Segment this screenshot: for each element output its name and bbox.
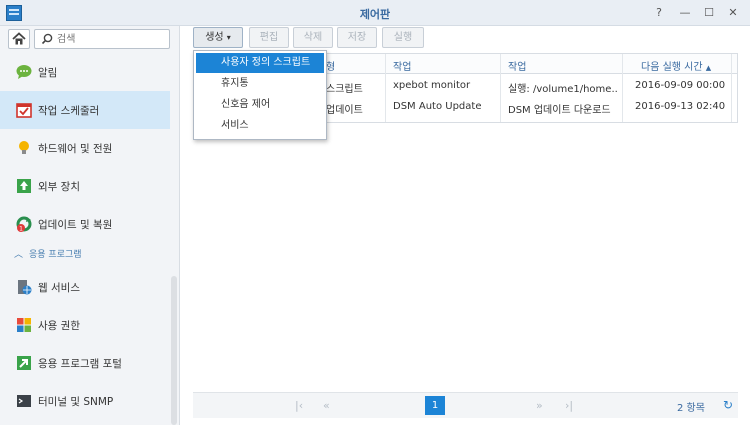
chat-bubble-icon	[16, 65, 32, 79]
sidebar-item-notification[interactable]: 알림	[0, 53, 170, 91]
first-page-button[interactable]: |‹	[295, 399, 303, 412]
current-page-button[interactable]: 1	[425, 396, 445, 415]
calendar-check-icon	[16, 103, 32, 118]
close-button[interactable]: ✕	[724, 4, 742, 22]
sidebar-item-web-service[interactable]: 웹 서비스	[0, 268, 170, 306]
sidebar-item-label: 응용 프로그램 포털	[38, 358, 122, 370]
sidebar-scrollbar[interactable]	[171, 276, 177, 425]
menu-item-custom-script[interactable]: 사용자 정의 스크립트	[196, 53, 324, 73]
cell-type: 스크립트	[326, 84, 363, 95]
pagination-bar: |‹ « 1 » ›| 2 항목 ↻	[193, 392, 738, 418]
sidebar-item-label: 터미널 및 SNMP	[38, 396, 114, 408]
sidebar-item-update-restore[interactable]: 1 업데이트 및 복원	[0, 205, 170, 243]
last-page-button[interactable]: ›|	[565, 399, 573, 412]
section-applications[interactable]: ︿ 응용 프로그램	[14, 247, 82, 260]
section-header-label: 응용 프로그램	[29, 250, 82, 260]
help-button[interactable]: ?	[650, 4, 668, 22]
window-title: 제어판	[359, 8, 391, 21]
column-header-type[interactable]: 형	[326, 58, 335, 73]
chevron-down-icon: ▾	[226, 33, 231, 42]
cell-task: DSM Auto Update	[393, 101, 482, 112]
item-count: 2 항목	[677, 403, 705, 414]
cell-next-run: 2016-09-09 00:00	[635, 80, 726, 91]
column-divider	[385, 54, 386, 122]
sidebar-item-terminal-snmp[interactable]: 터미널 및 SNMP	[0, 382, 170, 420]
sort-asc-icon: ▲	[705, 64, 712, 72]
search-input[interactable]	[57, 32, 165, 46]
web-service-icon	[18, 280, 32, 295]
sidebar: 알림 작업 스케줄러 하드웨어 및 전원 외부 장치 1 업데이트 및 복원	[0, 26, 180, 425]
usb-upload-icon	[17, 179, 31, 193]
column-header-next-run[interactable]: 다음 실행 시간 ▲	[641, 58, 711, 73]
sidebar-item-task-scheduler[interactable]: 작업 스케줄러	[0, 91, 170, 129]
sidebar-item-label: 외부 장치	[38, 181, 80, 193]
edit-button[interactable]: 편집	[249, 27, 289, 48]
terminal-icon	[17, 395, 31, 407]
home-icon	[12, 32, 26, 45]
column-divider	[500, 54, 501, 122]
next-page-button[interactable]: »	[536, 399, 543, 412]
sidebar-item-label: 사용 권한	[38, 320, 80, 332]
refresh-icon[interactable]: ↻	[721, 398, 735, 412]
sidebar-item-external-devices[interactable]: 외부 장치	[0, 167, 170, 205]
menu-item-recycle-bin[interactable]: 휴지통	[196, 74, 324, 94]
permission-icon	[17, 318, 31, 332]
sidebar-item-app-portal[interactable]: 응용 프로그램 포털	[0, 344, 170, 382]
create-button[interactable]: 생성 ▾	[193, 27, 243, 48]
cell-next-run: 2016-09-13 02:40	[635, 101, 726, 112]
cell-action: 실행: /volume1/home...	[508, 84, 618, 95]
sidebar-item-label: 업데이트 및 복원	[38, 219, 113, 231]
sidebar-item-label: 하드웨어 및 전원	[38, 143, 113, 155]
column-header-action[interactable]: 작업	[508, 58, 526, 73]
minimize-button[interactable]: —	[676, 4, 694, 22]
create-dropdown-menu: 사용자 정의 스크립트 휴지통 신호음 제어 서비스	[193, 50, 327, 140]
portal-icon	[17, 356, 31, 370]
chevron-up-icon: ︿	[14, 250, 24, 260]
sidebar-item-label: 웹 서비스	[38, 282, 80, 294]
sidebar-item-label: 작업 스케줄러	[38, 105, 100, 117]
delete-button[interactable]: 삭제	[293, 27, 333, 48]
column-header-task[interactable]: 작업	[393, 58, 411, 73]
sidebar-item-permissions[interactable]: 사용 권한	[0, 306, 170, 344]
column-divider	[731, 54, 732, 122]
home-button[interactable]	[8, 29, 30, 49]
search-box[interactable]	[34, 29, 170, 49]
save-button[interactable]: 저장	[337, 27, 377, 48]
column-divider	[622, 54, 623, 122]
cell-task: xpebot monitor	[393, 80, 471, 91]
update-icon: 1	[16, 216, 32, 232]
previous-page-button[interactable]: «	[323, 399, 330, 412]
menu-item-beep-control[interactable]: 신호음 제어	[196, 95, 324, 115]
sidebar-item-hardware-power[interactable]: 하드웨어 및 전원	[0, 129, 170, 167]
next-run-label: 다음 실행 시간	[641, 62, 703, 73]
cell-type: 업데이트	[326, 105, 363, 116]
cell-action: DSM 업데이트 다운로드	[508, 105, 611, 116]
search-icon	[41, 33, 53, 45]
update-badge: 1	[19, 226, 23, 233]
menu-item-service[interactable]: 서비스	[196, 116, 324, 136]
lightbulb-icon	[19, 141, 29, 154]
create-button-label: 생성	[205, 32, 224, 43]
maximize-button[interactable]: ☐	[700, 4, 718, 22]
run-button[interactable]: 실행	[382, 27, 424, 48]
sidebar-item-label: 알림	[38, 67, 58, 79]
title-bar: 제어판 ? — ☐ ✕	[0, 0, 750, 26]
